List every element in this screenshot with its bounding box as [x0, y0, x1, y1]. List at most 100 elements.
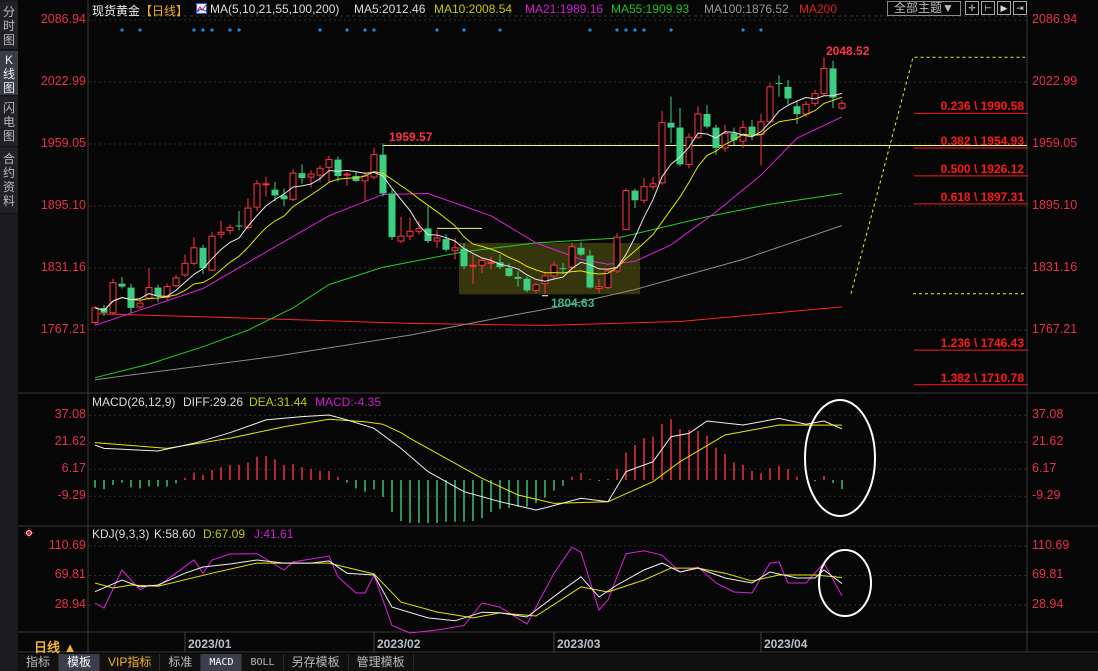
candle-body [478, 259, 486, 266]
candle-body [271, 189, 279, 196]
kdj-title: KDJ(9,3,3) [92, 527, 150, 541]
candle-body [163, 286, 171, 298]
candle-body [802, 103, 810, 115]
play-bars-icon[interactable]: ▶ [997, 1, 1011, 15]
price-axis-label-right: 1895.10 [1032, 198, 1078, 212]
candle [433, 230, 441, 248]
candle [280, 188, 288, 207]
tab-vip-indicators[interactable]: VIP指标 [100, 654, 161, 671]
ma5-value: MA5:2012.46 [354, 2, 426, 16]
move-right-icon[interactable]: ⇥ [1013, 1, 1027, 15]
signal-dot [228, 28, 232, 32]
candle [424, 206, 432, 243]
candle-body [298, 173, 306, 178]
macd-dea: DEA:31.44 [249, 395, 308, 409]
price-axis-label-right: 2086.94 [1032, 12, 1078, 26]
candle [730, 127, 738, 146]
candle-body [667, 122, 675, 128]
candle [622, 188, 630, 231]
date-label: 2023/01 [188, 637, 232, 651]
candle-body [244, 207, 252, 228]
kdj-axis-label-right: 110.69 [1032, 538, 1070, 552]
tab-boll[interactable]: BOLL [242, 654, 284, 671]
price-axis-label-left: 2086.94 [40, 12, 86, 26]
signal-dot [120, 28, 124, 32]
price-axis-label-left: 1959.05 [40, 136, 86, 150]
candle-body [199, 247, 207, 269]
fib-level-label: 0.500 \ 1926.12 [940, 161, 1024, 176]
candle-body [775, 82, 783, 84]
candle [784, 80, 792, 105]
candle-body [766, 86, 774, 123]
candle-body [253, 183, 261, 208]
price-axis-label-left: 1895.10 [40, 198, 86, 212]
indicator-settings-icon[interactable] [24, 527, 34, 538]
candle [307, 170, 315, 188]
candle [244, 198, 252, 230]
candle [226, 224, 234, 235]
signal-dot [363, 28, 367, 32]
crosshair-icon[interactable]: ✛ [965, 1, 979, 15]
zoom-in-bars-icon[interactable]: ⊢ [981, 1, 995, 15]
candle [289, 169, 297, 202]
ma21-value: MA21:1989.16 [525, 2, 604, 16]
candle-body [505, 268, 513, 276]
price-axis-label-left: 1831.16 [40, 260, 86, 274]
ma-chart-icon[interactable] [196, 3, 207, 14]
macd-axis-label-left: 6.17 [61, 461, 86, 476]
candle-body [829, 68, 837, 98]
candle [253, 179, 261, 211]
price-axis-label-right: 1959.05 [1032, 136, 1078, 150]
tab-save-template[interactable]: 另存模板 [284, 654, 349, 671]
candle-body [343, 173, 351, 176]
candle-body [550, 264, 558, 277]
tab-templates[interactable]: 模板 [59, 654, 101, 671]
candle [649, 177, 657, 190]
candle-body [334, 159, 342, 177]
candle-body [685, 136, 693, 165]
candle-body [559, 268, 567, 270]
candle [397, 216, 405, 243]
prior-high-label: 1959.57 [389, 130, 433, 144]
macd-axis-label-left: -9.29 [57, 488, 87, 503]
candle [163, 283, 171, 301]
candle [172, 274, 180, 288]
candle [199, 244, 207, 274]
candle [154, 284, 162, 303]
tab-indicators[interactable]: 指标 [18, 654, 60, 671]
date-label: 2023/02 [377, 637, 421, 651]
signal-dot [435, 28, 439, 32]
candle-body [487, 261, 495, 264]
signal-dot [588, 28, 592, 32]
theme-select-button[interactable]: 全部主题▼ [887, 1, 961, 16]
tab-manage-templates[interactable]: 管理模板 [349, 654, 414, 671]
price-axis-label-right: 1831.16 [1032, 260, 1078, 274]
candle-body [397, 235, 405, 242]
signal-dot [741, 28, 745, 32]
signal-dot [192, 28, 196, 32]
kdj-axis-label-left: 69.81 [54, 567, 86, 582]
candle-body [289, 172, 297, 200]
tab-standard[interactable]: 标准 [160, 654, 202, 671]
candle-body [127, 287, 135, 308]
macd-axis-label-left: 37.08 [54, 407, 86, 422]
candle [703, 105, 711, 129]
candle-body [784, 86, 792, 99]
candle-body [640, 186, 648, 201]
candle-body [730, 133, 738, 141]
signal-dot [498, 28, 502, 32]
macd-axis-label-right: 6.17 [1032, 461, 1057, 476]
period-label: 【日线】 [140, 4, 189, 18]
candle-body [586, 255, 594, 288]
candle-body [622, 190, 630, 230]
price-axis-label-left: 2022.99 [40, 74, 86, 88]
signal-dot [237, 28, 241, 32]
kdj-axis-label-right: 28.94 [1032, 596, 1064, 611]
kdj-j: J:41.61 [254, 527, 294, 541]
candle [235, 210, 243, 231]
signal-dot [138, 28, 142, 32]
candle-body [748, 126, 756, 136]
tab-macd[interactable]: MACD [201, 654, 243, 671]
bottom-tab-bar: 指标 模板 VIP指标 标准 MACD BOLL 另存模板 管理模板 [18, 654, 1098, 671]
candle [667, 96, 675, 144]
